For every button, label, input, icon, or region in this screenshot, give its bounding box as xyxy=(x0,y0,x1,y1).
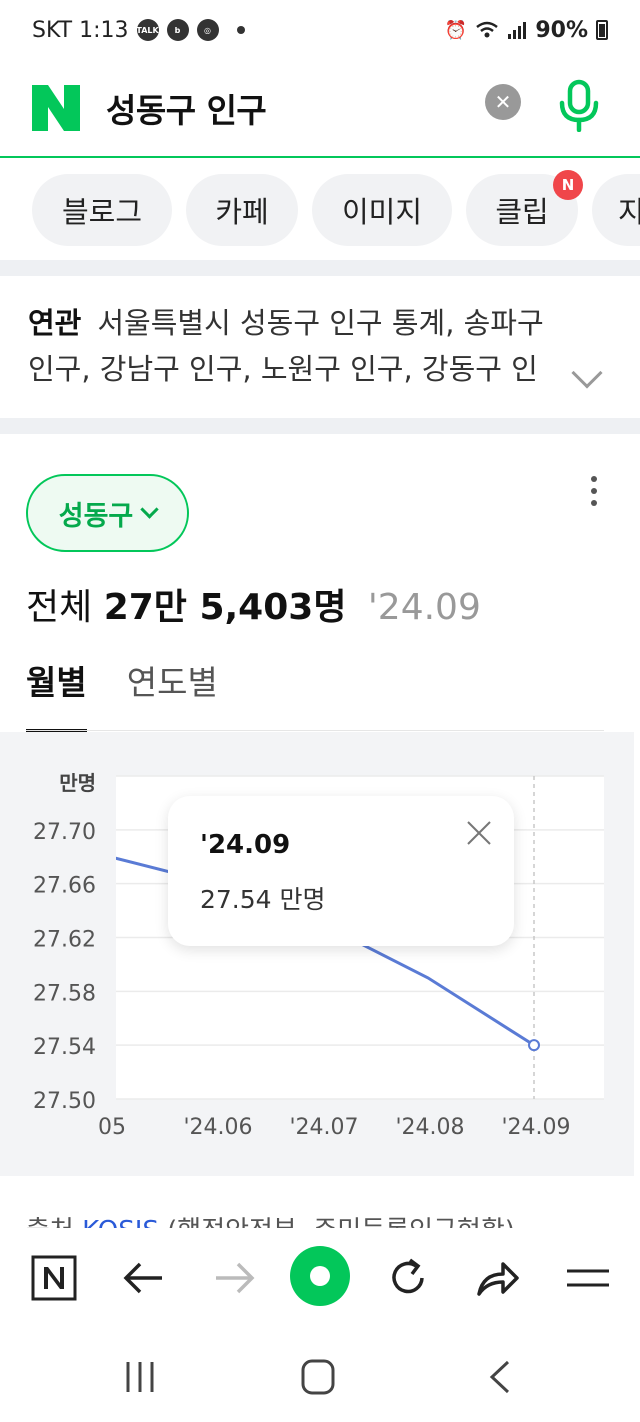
clear-search-button[interactable]: ✕ xyxy=(485,84,521,120)
source-line: 출처 KOSIS (행정안전부, 주민등록인구현황) xyxy=(26,1210,515,1228)
tooltip-date: '24.09 xyxy=(200,830,291,860)
related-keywords-line1[interactable]: 서울특별시 성동구 인구 통계, 송파구 xyxy=(97,306,543,340)
notification-dot-icon xyxy=(236,26,245,34)
b-icon: b xyxy=(166,19,189,41)
chevron-down-icon xyxy=(140,500,159,519)
search-tabs: 블로그 카페 이미지 클립 N 지 xyxy=(0,160,640,260)
y-tick-label: 27.66 xyxy=(33,874,96,899)
signal-icon xyxy=(508,22,527,39)
population-total: 전체 27만 5,403명 '24.09 xyxy=(26,587,481,628)
y-tick-label: 27.62 xyxy=(33,928,96,953)
source-link[interactable]: KOSIS xyxy=(82,1216,159,1228)
section-gap xyxy=(0,260,640,276)
tab-divider xyxy=(26,730,604,731)
tab-cafe[interactable]: 카페 xyxy=(186,174,298,246)
back-button[interactable] xyxy=(116,1250,172,1306)
battery-icon xyxy=(596,20,608,40)
green-dot-button[interactable] xyxy=(288,1244,352,1308)
naver-n-icon xyxy=(31,1255,77,1301)
home-icon[interactable] xyxy=(300,1358,336,1396)
hamburger-icon xyxy=(567,1269,609,1287)
search-query[interactable]: 성동구 인구 xyxy=(106,84,267,132)
new-badge: N xyxy=(553,170,583,200)
y-tick-label: 27.70 xyxy=(33,820,96,845)
population-card: 성동구 전체 27만 5,403명 '24.09 월별 연도별 27.50 27.… xyxy=(0,434,634,1228)
bottom-toolbar xyxy=(0,1228,640,1328)
tab-yearly[interactable]: 연도별 xyxy=(127,656,218,732)
region-selector[interactable]: 성동구 xyxy=(26,474,189,552)
x-tick-label: '24.07 xyxy=(289,1115,358,1140)
naver-logo-icon[interactable] xyxy=(32,85,80,131)
section-gap xyxy=(0,418,640,434)
related-label: 연관 xyxy=(28,306,82,340)
chrome-icon: ◎ xyxy=(196,19,219,41)
arrow-right-icon xyxy=(216,1262,255,1294)
share-icon xyxy=(477,1262,519,1296)
naver-home-button[interactable] xyxy=(26,1250,82,1306)
search-header: 성동구 인구 ✕ xyxy=(0,60,640,158)
menu-button[interactable] xyxy=(560,1250,616,1306)
recent-apps-icon[interactable] xyxy=(122,1360,158,1394)
related-keywords-line2[interactable]: 인구, 강남구 인구, 노원구 인구, 강동구 인 xyxy=(28,346,558,392)
total-date: '24.09 xyxy=(367,587,481,628)
alarm-icon: ⏰ xyxy=(444,19,468,41)
data-point-selected xyxy=(528,1039,540,1052)
chart-tooltip: '24.09 27.54 만명 xyxy=(168,796,514,946)
arrow-left-icon xyxy=(123,1262,162,1294)
mic-icon[interactable] xyxy=(556,76,602,132)
share-button[interactable] xyxy=(470,1250,526,1306)
status-bar: SKT 1:13 TALK b ◎ ⏰ 90% xyxy=(0,0,640,60)
y-tick-label: 27.58 xyxy=(33,981,96,1006)
wifi-icon xyxy=(476,21,499,38)
tab-blog[interactable]: 블로그 xyxy=(32,174,172,246)
y-tick-label: 27.50 xyxy=(33,1089,96,1114)
total-value: 27만 5,403명 xyxy=(103,587,347,628)
close-icon[interactable] xyxy=(464,818,494,848)
tab-more[interactable]: 지 xyxy=(592,174,640,246)
expand-chevron-icon[interactable] xyxy=(571,357,603,389)
x-tick-label: '24.08 xyxy=(395,1115,464,1140)
related-searches: 연관 서울특별시 성동구 인구 통계, 송파구 인구, 강남구 인구, 노원구 인… xyxy=(0,276,634,418)
period-tabs: 월별 연도별 xyxy=(26,656,218,734)
status-time: SKT 1:13 xyxy=(32,17,129,43)
y-tick-label: 27.54 xyxy=(33,1035,96,1060)
tab-image[interactable]: 이미지 xyxy=(312,174,452,246)
system-nav-bar xyxy=(0,1328,640,1422)
refresh-button[interactable] xyxy=(380,1250,436,1306)
battery-percent: 90% xyxy=(535,17,588,43)
green-dot-icon xyxy=(290,1246,350,1306)
tab-monthly[interactable]: 월별 xyxy=(26,656,87,732)
forward-button[interactable] xyxy=(206,1250,262,1306)
x-tick-label: '24.06 xyxy=(183,1115,252,1140)
tooltip-value: 27.54 만명 xyxy=(200,885,326,914)
y-axis-label: 만명 xyxy=(59,771,96,795)
x-tick-label: '24.09 xyxy=(501,1115,570,1140)
talk-icon: TALK xyxy=(136,19,159,41)
refresh-icon xyxy=(392,1258,424,1294)
more-options-icon[interactable] xyxy=(590,476,598,506)
back-nav-icon[interactable] xyxy=(486,1360,514,1394)
x-tick-label: 05 xyxy=(98,1115,126,1140)
